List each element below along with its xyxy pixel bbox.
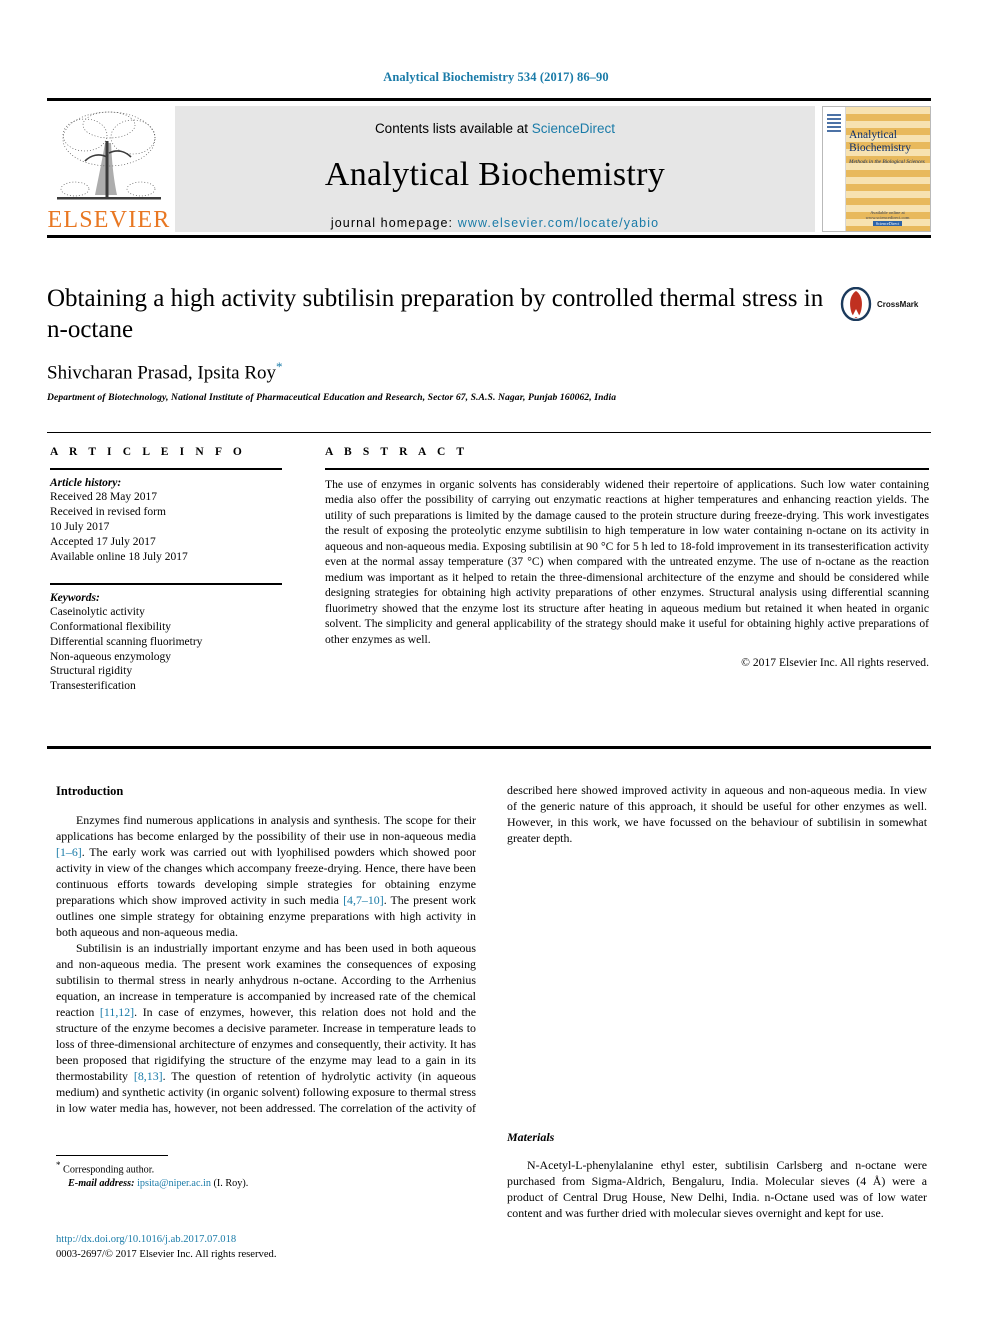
cover-publisher-mark-icon [827, 114, 841, 134]
page-footer: http://dx.doi.org/10.1016/j.ab.2017.07.0… [56, 1232, 556, 1262]
intro-p2-part-c: . The question of retention of hydrolyti… [507, 783, 927, 845]
crossmark-badge[interactable]: CrossMark [839, 284, 931, 324]
cover-sciencedirect-badge: ScienceDirect [872, 221, 903, 226]
keyword-item: Differential scanning fluorimetry [50, 635, 203, 648]
journal-homepage-link[interactable]: www.elsevier.com/locate/yabio [458, 216, 659, 230]
article-info-heading: A R T I C L E I N F O [50, 446, 246, 458]
cover-journal-title: Analytical Biochemistry [849, 129, 911, 154]
journal-masthead: ELSEVIER Contents lists available at Sci… [47, 98, 931, 238]
article-title-block: Obtaining a high activity subtilisin pre… [47, 284, 931, 403]
doi-link[interactable]: http://dx.doi.org/10.1016/j.ab.2017.07.0… [56, 1232, 556, 1247]
keyword-item: Non-aqueous enzymology [50, 650, 172, 663]
cover-footer: Available online at www.sciencedirect.co… [849, 210, 926, 226]
abstract-copyright: © 2017 Elsevier Inc. All rights reserved… [741, 656, 929, 670]
article-history-label: Article history: [50, 477, 122, 489]
citation-link[interactable]: [8,13] [134, 1069, 163, 1083]
journal-title: Analytical Biochemistry [324, 156, 666, 193]
keywords-panel: Keywords: Caseinolytic activity Conforma… [50, 582, 282, 695]
journal-article-page: Analytical Biochemistry 534 (2017) 86–90 [0, 0, 992, 1323]
history-item: Available online 18 July 2017 [50, 550, 188, 563]
footnote-corresponding-line: * Corresponding author. [56, 1160, 476, 1177]
cover-footer-text: Available online at www.sciencedirect.co… [865, 210, 910, 220]
materials-paragraph: N-Acetyl-L-phenylalanine ethyl ester, su… [507, 1158, 927, 1221]
body-column-right: Enzymes find numerous applications in an… [507, 783, 927, 1221]
abstract-top-rule [47, 432, 931, 433]
introduction-heading: Introduction [56, 784, 124, 798]
citation-link[interactable]: [1–6] [56, 845, 82, 859]
crossmark-label: CrossMark [877, 299, 919, 309]
journal-cover-thumbnail: Analytical Biochemistry Methods in the B… [822, 106, 931, 232]
email-owner: (I. Roy). [210, 1177, 249, 1189]
elsevier-logo: ELSEVIER [47, 106, 171, 232]
footnote-email-line: E-mail address: ipsita@niper.ac.in (I. R… [56, 1177, 476, 1190]
article-info-panel: A R T I C L E I N F O Article history: R… [50, 446, 282, 694]
intro-paragraph-1: Enzymes find numerous applications in an… [56, 812, 476, 940]
author-list: Shivcharan Prasad, Ipsita Roy* [47, 359, 931, 384]
citation-link[interactable]: [11,12] [100, 1005, 134, 1019]
contents-available-line: Contents lists available at ScienceDirec… [175, 106, 815, 136]
history-item: Accepted 17 July 2017 [50, 535, 156, 548]
keyword-item: Transesterification [50, 680, 136, 693]
contents-prefix: Contents lists available at [374, 121, 532, 136]
footnote-corresponding-text: Corresponding author. [60, 1164, 155, 1176]
email-link[interactable]: ipsita@niper.ac.in [137, 1178, 211, 1189]
elsevier-tree-icon [57, 111, 161, 200]
issn-copyright-line: 0003-2697/© 2017 Elsevier Inc. All right… [56, 1249, 277, 1261]
running-head: Analytical Biochemistry 534 (2017) 86–90 [383, 70, 609, 84]
citation-link[interactable]: [4,7–10] [343, 893, 384, 907]
journal-band: Contents lists available at ScienceDirec… [175, 106, 815, 232]
journal-homepage-line: journal homepage: www.elsevier.com/locat… [175, 216, 815, 230]
abstract-heading: A B S T R A C T [325, 446, 469, 458]
keyword-item: Structural rigidity [50, 665, 133, 678]
abstract-divider [325, 468, 929, 470]
elsevier-wordmark: ELSEVIER [47, 207, 171, 233]
homepage-prefix: journal homepage: [330, 216, 458, 230]
crossmark-icon [840, 287, 872, 321]
email-label: E-mail address: [68, 1177, 135, 1189]
history-item: Received in revised form [50, 505, 166, 518]
page-title: Obtaining a high activity subtilisin pre… [47, 285, 824, 343]
cover-spine [823, 107, 846, 231]
corresponding-author-footnote: * Corresponding author. E-mail address: … [56, 1155, 476, 1190]
materials-heading: Materials [507, 1130, 555, 1144]
history-item: 10 July 2017 [50, 520, 110, 533]
corresponding-author-marker: * [276, 359, 283, 374]
article-info-divider [50, 468, 282, 470]
masthead-bottom-rule [47, 235, 931, 238]
intro-paragraph-2: Subtilisin is an industrially important … [507, 783, 927, 846]
author-names: Shivcharan Prasad, Ipsita Roy [47, 362, 277, 384]
abstract-panel: A B S T R A C T The use of enzymes in or… [325, 446, 929, 669]
abstract-bottom-rule [47, 746, 931, 749]
keyword-item: Caseinolytic activity [50, 605, 145, 618]
cover-journal-subtitle: Methods in the Biological Sciences [849, 159, 925, 165]
keywords-label: Keywords: [50, 591, 100, 604]
body-column-continuation: Enzymes find numerous applications in an… [507, 783, 927, 1120]
body-column-left: Introduction Enzymes find numerous appli… [56, 783, 476, 1120]
intro-p1-part-a: Enzymes find numerous applications in an… [56, 812, 476, 843]
sciencedirect-link[interactable]: ScienceDirect [532, 121, 615, 136]
keywords-divider [50, 582, 282, 585]
abstract-text: The use of enzymes in organic solvents h… [325, 478, 929, 646]
affiliation: Department of Biotechnology, National In… [47, 392, 617, 404]
history-item: Received 28 May 2017 [50, 491, 157, 503]
masthead-top-rule [47, 98, 931, 101]
intro-paragraph-2: Subtilisin is an industrially important … [56, 940, 476, 1120]
footnote-divider [56, 1155, 168, 1156]
keyword-item: Conformational flexibility [50, 620, 172, 633]
